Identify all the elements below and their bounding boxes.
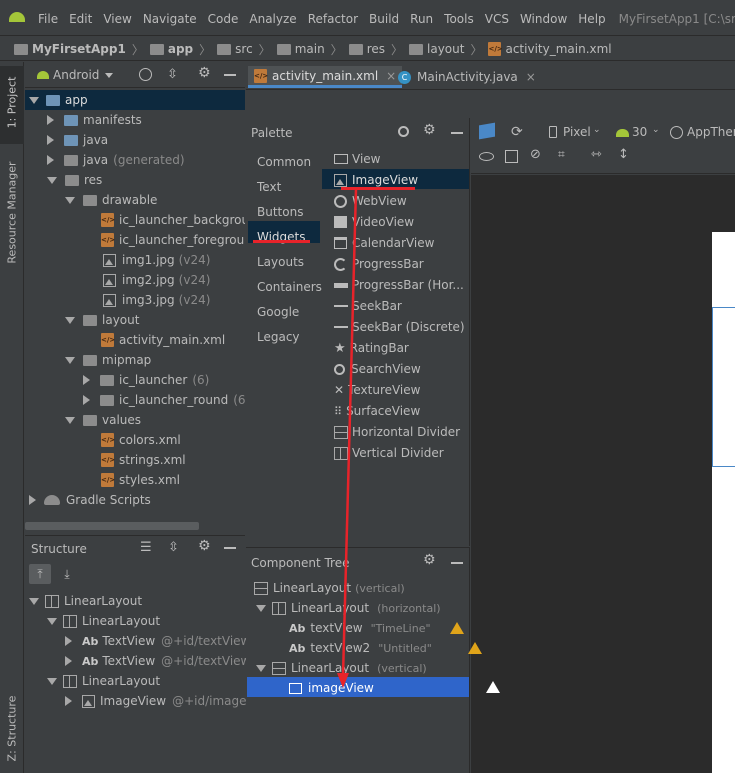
annotation-drag-arrow xyxy=(337,188,358,688)
annotation-arrowhead xyxy=(337,673,349,688)
annotation-arrow-line xyxy=(341,188,358,677)
